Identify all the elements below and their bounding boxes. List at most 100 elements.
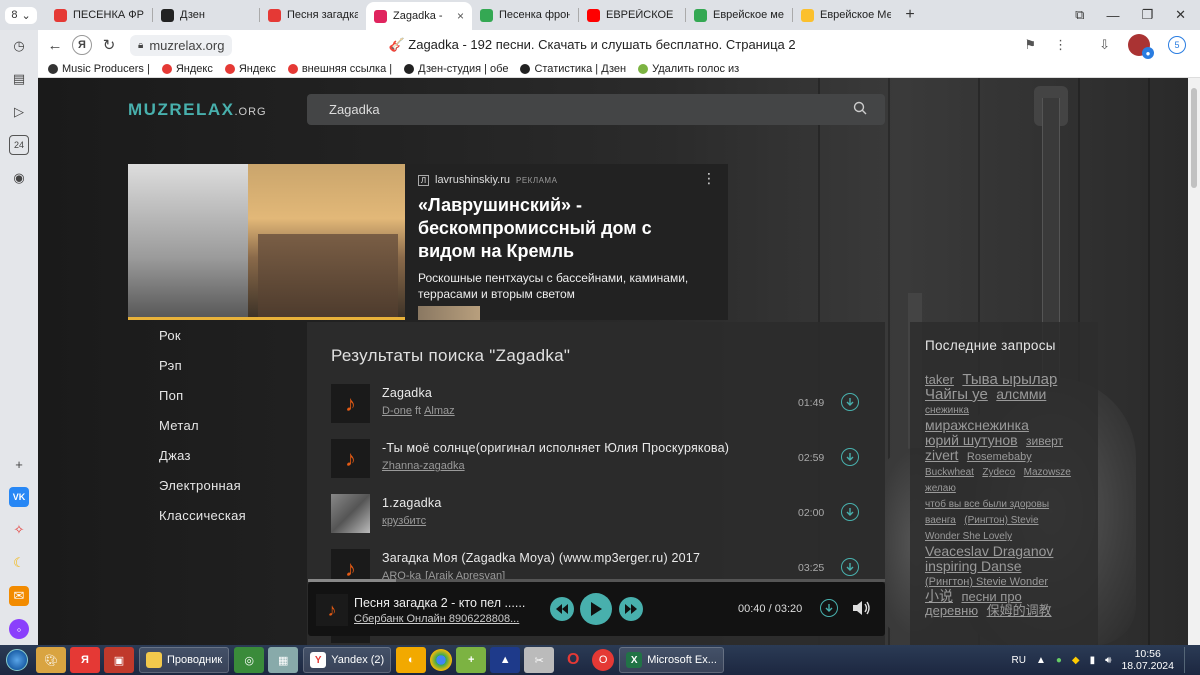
recent-query-link[interactable]: zivert <box>925 448 958 462</box>
opera-gx-icon[interactable]: O <box>592 649 615 671</box>
bookmarks-panel-icon[interactable]: ⧉ <box>1075 7 1084 23</box>
alice-icon[interactable]: ◦ <box>9 619 29 639</box>
ad-title[interactable]: «Лаврушинский» - бескомпромиссный дом с … <box>418 194 658 263</box>
site-logo[interactable]: MUZRELAX.ORG <box>128 100 267 120</box>
browser-tab[interactable]: Песенка фронт <box>472 2 578 28</box>
bookmark-item[interactable]: Дзен-студия | обе <box>404 63 508 75</box>
bookmark-item[interactable]: Удалить голос из <box>638 63 739 75</box>
notifications-bell-icon[interactable]: 5 <box>1168 36 1186 54</box>
compass-icon[interactable]: ✧ <box>9 520 29 540</box>
recent-query-link[interactable]: inspiring Danse <box>925 559 1022 573</box>
recent-query-link[interactable]: (Рингтон) Stevie <box>964 514 1038 528</box>
recent-query-link[interactable]: песни про <box>961 590 1021 604</box>
bookmark-item[interactable]: Статистика | Дзен <box>520 63 626 75</box>
media-play-icon[interactable]: ▷ <box>9 102 29 122</box>
volume-icon[interactable] <box>853 600 871 616</box>
track-artist[interactable]: крузбитс <box>382 515 426 527</box>
search-icon[interactable] <box>853 101 867 115</box>
track-title[interactable]: Загадка Моя (Zagadka Moya) (www.mp3erger… <box>382 551 700 565</box>
play-icon[interactable] <box>580 593 612 625</box>
genre-link[interactable]: Рок <box>159 328 246 358</box>
browser-tab[interactable]: Еврейское мес <box>686 2 792 28</box>
calendar-icon[interactable]: 24 <box>9 135 29 155</box>
track-cover-image[interactable] <box>331 494 370 533</box>
calculator-icon[interactable]: ▦ <box>268 647 299 673</box>
download-icon[interactable] <box>841 448 859 466</box>
recent-query-link[interactable]: (Рингтон) Stevie Wonder <box>925 575 1048 589</box>
maps-icon[interactable]: ◎ <box>234 647 265 673</box>
ad-domain[interactable]: lavrushinskiy.ru <box>435 174 510 186</box>
plus-app-icon[interactable]: + <box>456 647 487 673</box>
download-icon[interactable] <box>841 503 859 521</box>
recent-query-link[interactable]: Zydeco <box>982 466 1015 480</box>
url-field[interactable]: 🔒︎ muzrelax.org <box>130 34 233 56</box>
tools-icon[interactable]: ✂ <box>524 647 555 673</box>
bookmark-item[interactable]: Яндекс <box>161 63 213 75</box>
bookmark-item[interactable]: внешняя ссылка | <box>287 63 392 75</box>
browser-tab[interactable]: Еврейское Мес <box>793 2 899 28</box>
recent-query-link[interactable]: ваенга <box>925 514 956 528</box>
mail-icon[interactable]: ✉ <box>9 586 29 606</box>
browser-tab[interactable]: ЕВРЕЙСКОЕ М <box>579 2 685 28</box>
browser-tab[interactable]: Песня загадка <box>260 2 366 28</box>
recent-query-link[interactable]: Buckwheat <box>925 466 974 480</box>
close-tab-icon[interactable]: × <box>457 9 464 23</box>
recent-query-link[interactable]: чтоб вы все были здоровы <box>925 498 1049 512</box>
bookmark-item[interactable]: Music Producers | <box>48 63 150 75</box>
tray-up-arrow-icon[interactable]: ▲ <box>1036 655 1046 666</box>
note-icon[interactable]: ♪ <box>331 439 370 478</box>
recent-query-link[interactable]: снежинка <box>925 404 969 418</box>
profile-avatar[interactable]: ● <box>1128 34 1154 59</box>
download-icon[interactable] <box>841 558 859 576</box>
close-window-icon[interactable]: ✕ <box>1175 7 1186 23</box>
recent-query-link[interactable]: деревню <box>925 604 978 618</box>
clock[interactable]: 10:56 18.07.2024 <box>1121 648 1174 672</box>
network-icon[interactable]: ▮ <box>1090 655 1096 666</box>
tab-count-button[interactable]: 8 ⌄ <box>5 6 37 24</box>
track-row[interactable]: ♪ Zagadka D-one ft Almaz 01:49 <box>331 384 861 424</box>
search-input[interactable]: Zagadka <box>307 94 885 125</box>
previous-track-icon[interactable] <box>550 597 574 621</box>
recent-query-link[interactable]: taker <box>925 373 954 387</box>
recent-query-link[interactable]: 小说 <box>925 589 953 603</box>
show-desktop-button[interactable] <box>1184 647 1190 673</box>
media-app-icon[interactable]: ◐ <box>396 647 427 673</box>
start-button[interactable] <box>0 645 34 675</box>
taskbar-app-excel[interactable]: X Microsoft Ex... <box>619 647 724 673</box>
screenshot-icon[interactable]: ◉ <box>9 168 29 188</box>
reload-icon[interactable]: ↻ <box>96 32 122 58</box>
track-title[interactable]: Zagadka <box>382 386 432 400</box>
photo-viewer-icon[interactable]: ▣ <box>104 647 134 673</box>
recent-query-link[interactable]: Veaceslav Draganov <box>925 544 1053 558</box>
browser-tab[interactable]: Дзен <box>153 2 259 28</box>
more-menu-icon[interactable]: ⋮ <box>1054 37 1067 53</box>
genre-link[interactable]: Метал <box>159 418 246 448</box>
recent-query-link[interactable]: миражснежинка <box>925 418 1029 432</box>
recent-query-link[interactable]: зиверт <box>1026 434 1063 448</box>
back-arrow-icon[interactable]: ← <box>42 32 68 58</box>
taskbar-app-yandex[interactable]: Y Yandex (2) <box>303 647 392 673</box>
chrome-icon[interactable] <box>430 649 453 671</box>
recent-query-link[interactable]: Rosemebaby <box>967 450 1032 464</box>
ad-more-icon[interactable]: ⋮ <box>702 170 716 187</box>
note-icon[interactable]: ♪ <box>331 384 370 423</box>
genre-link[interactable]: Поп <box>159 388 246 418</box>
speaker-icon[interactable]: 🔊︎ <box>1105 655 1111 666</box>
recent-query-link[interactable]: Тыва ырылар <box>962 372 1057 387</box>
downloads-icon[interactable]: ⇩ <box>1099 37 1110 53</box>
opera-icon[interactable]: O <box>558 647 588 673</box>
download-icon[interactable] <box>841 393 859 411</box>
tray-app-icon[interactable]: ● <box>1056 655 1062 666</box>
bookmark-flag-icon[interactable]: ⚑ <box>1024 37 1036 53</box>
track-row[interactable]: ♪ -Ты моё солнце(оригинал исполняет Юлия … <box>331 439 861 479</box>
track-artist-2[interactable]: Almaz <box>424 405 455 417</box>
genre-link[interactable]: Джаз <box>159 448 246 478</box>
next-track-icon[interactable] <box>619 597 643 621</box>
browser-tab[interactable]: ПЕСЕНКА ФРО <box>46 2 152 28</box>
genre-link[interactable]: Классическая <box>159 508 246 538</box>
recent-query-link[interactable]: Wonder She Lovely <box>925 530 1012 544</box>
page-scrollbar[interactable] <box>1188 78 1200 645</box>
player-download-icon[interactable] <box>820 599 838 617</box>
yandex-logo-icon[interactable]: Я <box>72 35 92 55</box>
player-seek-bar[interactable] <box>308 579 885 582</box>
